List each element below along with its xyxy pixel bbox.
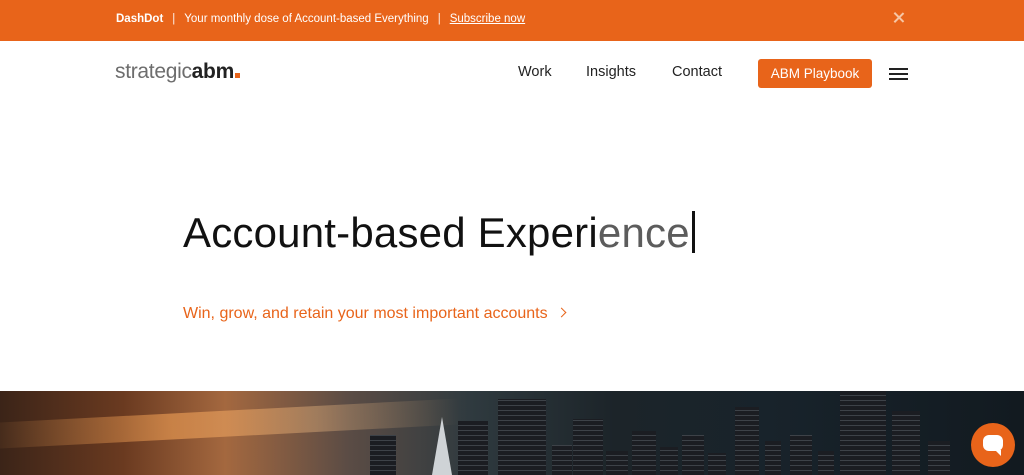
chevron-right-icon [556, 307, 567, 318]
hamburger-menu-icon[interactable] [889, 68, 908, 80]
nav-contact[interactable]: Contact [672, 64, 722, 80]
announcement-bar: DashDot | Your monthly dose of Account-b… [0, 0, 1024, 41]
site-header: strategicabm Work Insights Contact ABM P… [0, 41, 1024, 105]
nav-insights[interactable]: Insights [586, 64, 636, 80]
hero-title-typing-text: ence [597, 209, 690, 256]
logo-dot [234, 73, 240, 78]
nav-work[interactable]: Work [518, 64, 552, 80]
announcement-brand: DashDot [116, 13, 164, 25]
chat-bubble-icon [983, 435, 1003, 456]
close-icon[interactable] [890, 9, 908, 27]
announcement-separator: | [172, 13, 176, 25]
hero-link[interactable]: Win, grow, and retain your most importan… [183, 305, 567, 323]
logo-light-text: strategic [115, 60, 192, 83]
chat-button[interactable] [971, 423, 1015, 467]
logo[interactable]: strategicabm [115, 60, 240, 84]
hero-title-text: Account-based Experi [183, 209, 598, 256]
announcement-separator: | [437, 13, 441, 25]
typing-cursor [691, 211, 695, 253]
hero-title: Account-based Experience [183, 209, 695, 257]
logo-bold-text: abm [191, 60, 235, 83]
subscribe-link[interactable]: Subscribe now [450, 13, 525, 25]
announcement-message: Your monthly dose of Account-based Every… [184, 13, 429, 25]
city-skyline-image [0, 391, 1024, 475]
abm-playbook-button[interactable]: ABM Playbook [758, 59, 872, 88]
hero-link-text: Win, grow, and retain your most importan… [183, 305, 548, 322]
